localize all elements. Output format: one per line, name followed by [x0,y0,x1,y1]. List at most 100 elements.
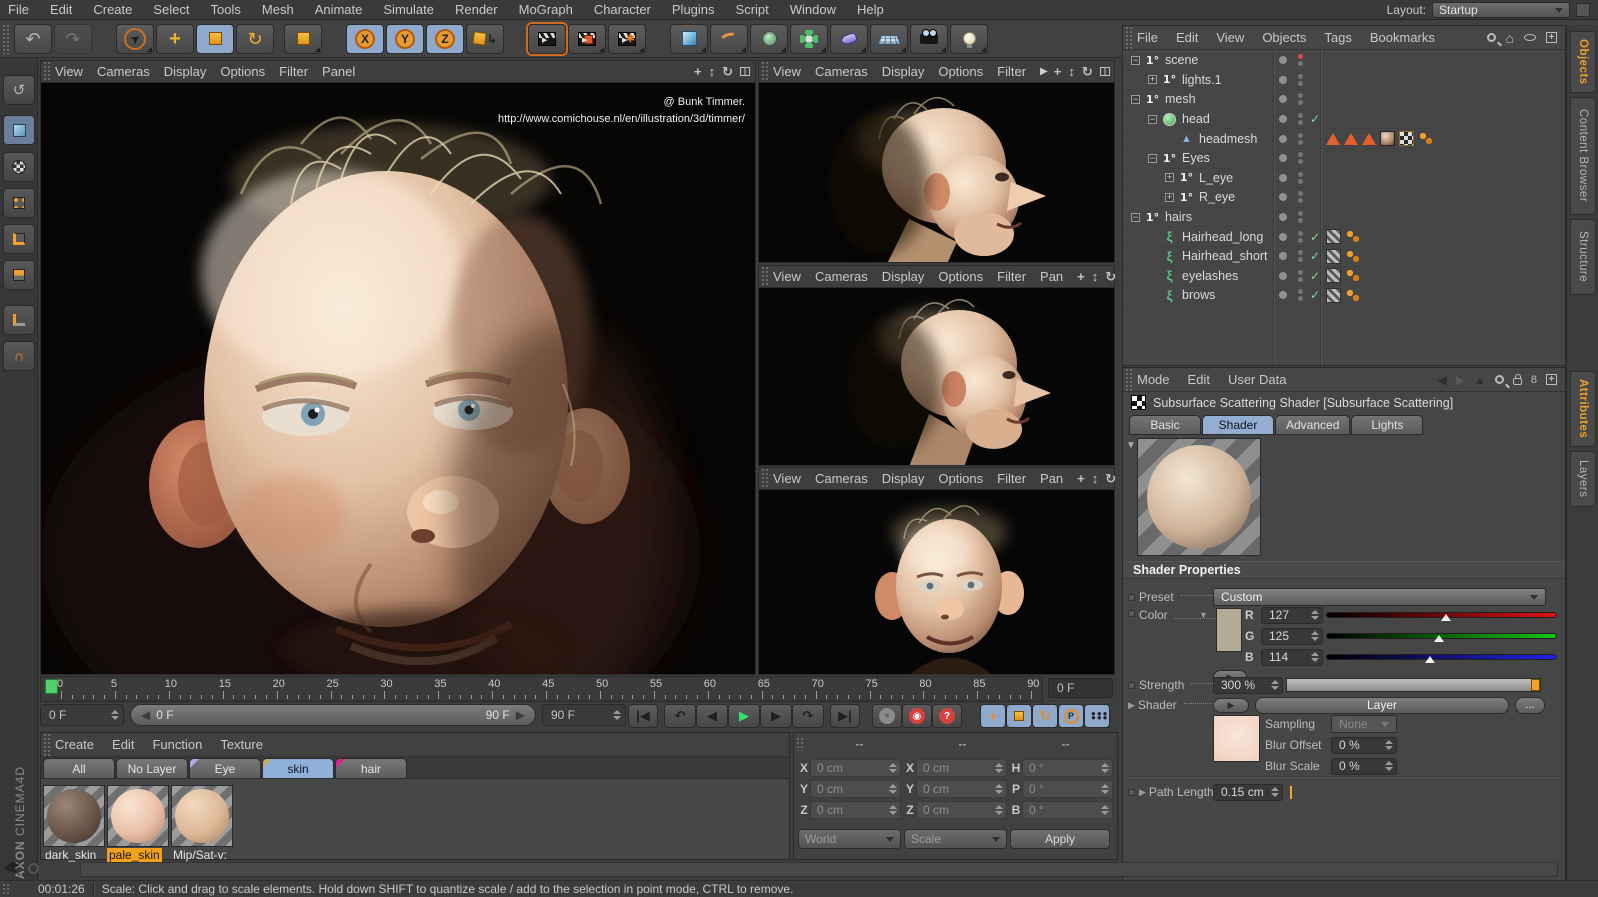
panel-drag-handle[interactable] [761,266,769,287]
tab-lights[interactable]: Lights [1351,415,1424,435]
menu-item-display[interactable]: Display [882,269,925,284]
polygons-mode-button[interactable] [3,260,35,290]
layer-dot-icon[interactable] [1279,271,1287,280]
play-button[interactable]: ▶ [728,704,760,728]
menu-item-view[interactable]: View [773,64,801,79]
material-dark-skin[interactable]: dark_skin [43,785,105,862]
size-mode-select[interactable]: Scale [904,829,1007,849]
expand-toggle-icon[interactable]: − [1131,55,1140,65]
key-parameter-toggle[interactable]: P [1058,704,1084,728]
menu-item-mograph[interactable]: MoGraph [519,2,573,17]
visibility-dots[interactable]: ✓ [1279,288,1320,302]
menu-item-pan[interactable]: Pan [1040,471,1063,486]
expand-arrow-icon[interactable]: ▶ [1128,700,1135,711]
camera-rotate-icon[interactable]: ↻ [722,65,733,78]
menu-item-options[interactable]: Options [938,471,983,486]
visibility-dots[interactable] [1279,211,1303,224]
tree-item-Hairhead_long[interactable]: ξ Hairhead_long ✓ [1123,227,1565,247]
menu-item-objects[interactable]: Objects [1262,30,1306,45]
layer-tab-eye[interactable]: Eye [189,758,261,778]
menu-item-tags[interactable]: Tags [1324,30,1351,45]
menu-item-options[interactable]: Options [220,64,265,79]
menu-item-pan[interactable]: Pan [1040,269,1063,284]
visibility-dots[interactable]: ✓ [1279,230,1320,244]
range-right-arrow-icon[interactable]: ▶ [516,708,525,722]
layer-tab-all[interactable]: All [43,758,115,778]
menu-item-cameras[interactable]: Cameras [815,269,868,284]
menu-item-edit[interactable]: Edit [50,2,72,17]
eye-icon[interactable] [1524,34,1536,41]
visibility-dots[interactable]: ✓ [1279,249,1320,263]
camera-zoom-icon[interactable]: ↕ [1068,65,1075,78]
shader-preview[interactable] [1137,438,1261,556]
toolbar-drag-handle[interactable] [2,23,10,54]
key-scale-toggle[interactable] [1006,704,1032,728]
previous-frame-button[interactable]: ◀ [696,704,728,728]
key-pla-toggle[interactable]: ●●● ●●● [1084,704,1110,728]
panel-drag-handle[interactable] [43,733,51,756]
next-key-button[interactable]: ↷ [792,704,824,728]
coord-field-rotation-p[interactable]: 0 ° [1022,780,1113,798]
menu-item-display[interactable]: Display [164,64,207,79]
model-mode-button[interactable] [3,115,35,145]
menu-item-mode[interactable]: Mode [1137,372,1170,387]
strength-field[interactable]: 300 % [1213,676,1283,694]
menu-item-view[interactable]: View [1216,30,1244,45]
expand-toggle-icon[interactable]: − [1131,212,1140,222]
channel-field-g[interactable]: 125 [1261,627,1323,645]
layer-dot-icon[interactable] [1279,291,1287,300]
history-forward-icon[interactable]: ▶ [1456,373,1465,387]
menu-item-cameras[interactable]: Cameras [815,471,868,486]
color-swatch[interactable] [1216,608,1242,652]
enabled-check-icon[interactable]: ✓ [1310,249,1320,263]
menu-item-display[interactable]: Display [882,64,925,79]
material-mip-sat-v-[interactable]: Mip/Sat-v: [171,785,233,862]
panel-drag-handle[interactable] [1125,368,1133,391]
menu-item-filter[interactable]: Filter [279,64,308,79]
slider-handle[interactable] [1531,679,1540,691]
up-arrow-icon[interactable]: ▲ [1474,373,1486,387]
material-thumbnail[interactable] [43,785,105,847]
last-tool-button[interactable] [284,23,322,54]
sampling-select[interactable]: None [1331,715,1397,733]
viewport-side-middle[interactable]: View Cameras Display Options Filter Pan + ↕ ↻ [758,265,1134,466]
menu-item-texture[interactable]: Texture [220,737,263,752]
menu-item-options[interactable]: Options [938,269,983,284]
menu-item-edit[interactable]: Edit [112,737,134,752]
menu-item-filter[interactable]: Filter [997,471,1026,486]
expand-toggle-icon[interactable]: − [1131,94,1140,104]
coord-field-x[interactable]: 0 cm [810,759,901,777]
menu-item-create[interactable]: Create [93,2,132,17]
panel-tab-objects[interactable]: Objects [1570,31,1596,93]
camera-move-icon[interactable]: + [1077,270,1085,283]
blur-offset-field[interactable]: 0 % [1331,736,1397,754]
param-toggle-icon[interactable] [1128,681,1135,689]
layer-dot-icon[interactable] [1279,232,1287,241]
strength-slider[interactable] [1286,678,1541,692]
enable-axis-button[interactable] [3,305,35,335]
panel-tab-attributes[interactable]: Attributes [1570,371,1596,447]
menu-item-mesh[interactable]: Mesh [262,2,294,17]
add-primitive-button[interactable] [670,23,708,54]
axis-lock-x-button[interactable]: X [346,23,384,54]
menu-item-edit[interactable]: Edit [1188,372,1210,387]
point-selection-tag-icon[interactable] [1345,268,1361,284]
key-rotation-toggle[interactable]: ↻ [1032,704,1058,728]
coord-field-y[interactable]: 0 cm [810,780,901,798]
viewport-side-middle-canvas[interactable] [759,289,1114,465]
menu-overflow-icon[interactable]: ▶ [1040,66,1048,77]
add-deformer-button[interactable] [830,23,868,54]
polygon-selection-tag-icon[interactable] [1344,132,1358,145]
menu-item-view[interactable]: View [55,64,83,79]
edges-mode-button[interactable] [3,224,35,254]
chevron-down-icon[interactable]: ▼ [1199,610,1208,620]
scale-tool-button[interactable] [196,23,234,54]
layout-select[interactable]: Startup [1432,2,1570,18]
layer-dot-icon[interactable] [1279,56,1287,65]
enabled-check-icon[interactable]: ✓ [1310,288,1320,302]
channel-field-b[interactable]: 114 [1261,648,1323,666]
layer-dot-icon[interactable] [1279,75,1287,84]
layer-dot-icon[interactable] [1279,252,1287,261]
add-panel-icon[interactable]: + [1546,374,1557,385]
channel-field-r[interactable]: 127 [1261,606,1323,624]
